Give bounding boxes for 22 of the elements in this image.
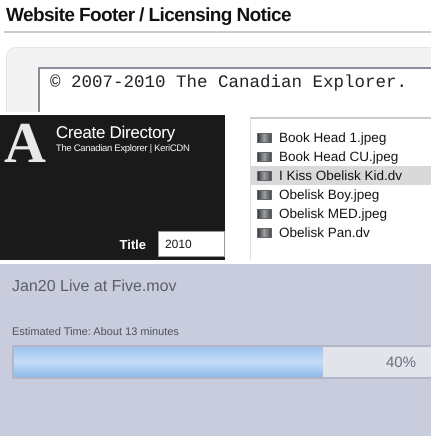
file-row[interactable]: I Kiss Obelisk Kid.dv [251, 166, 431, 185]
file-row[interactable]: Obelisk Boy.jpeg [251, 185, 431, 204]
section-heading: Website Footer / Licensing Notice [5, 4, 292, 28]
page-subtitle: The Canadian Explorer | KeriCDN [56, 143, 190, 154]
file-row[interactable]: Obelisk MED.jpeg [251, 204, 431, 223]
logo-letter: A [4, 117, 46, 169]
file-row[interactable]: Book Head CU.jpeg [251, 147, 431, 166]
file-row[interactable]: Book Head 1.jpeg [251, 128, 431, 147]
thumbnail-icon [257, 228, 272, 238]
page-title: Create Directory [56, 123, 176, 143]
thumbnail-icon [257, 190, 272, 200]
file-row[interactable]: Obelisk Pan.dv [251, 223, 431, 242]
thumbnail-icon [257, 152, 272, 162]
thumbnail-icon [257, 132, 272, 142]
field-label: Title [120, 236, 146, 252]
estimated-time: Estimated Time: About 13 minutes [12, 326, 180, 338]
notice-text-field[interactable]: © 2007-2010 The Canadian Explorer. [38, 67, 431, 112]
title-input-field[interactable]: 2010 [158, 231, 225, 257]
file-name: Jan20 Live at Five.mov [12, 278, 178, 296]
thumbnail-icon [257, 170, 272, 180]
progress-percent: 40% [386, 354, 416, 370]
thumbnail-icon [257, 208, 272, 218]
